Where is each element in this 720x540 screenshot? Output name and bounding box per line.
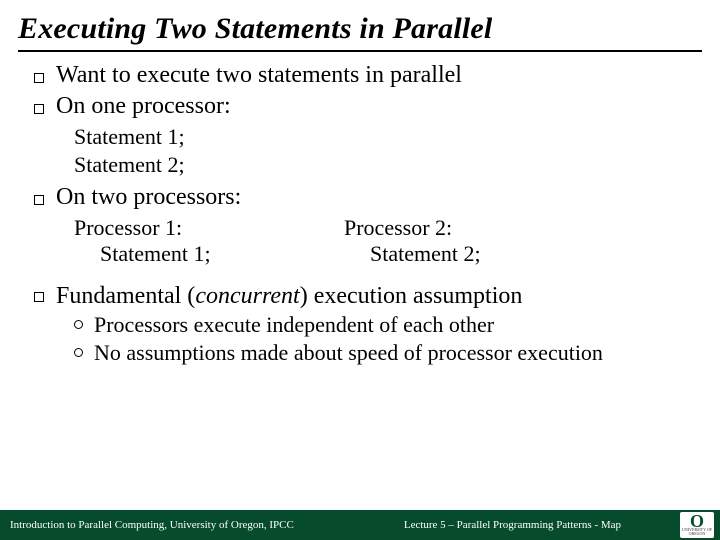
processor-columns: Processor 1: Statement 1; Processor 2: S… [74, 215, 702, 267]
bullet-4-italic: concurrent [195, 283, 299, 309]
processor-2-head: Processor 2: [344, 215, 614, 241]
bullet-2-sub-1: Statement 1; [74, 124, 702, 150]
logo-letter: O [680, 514, 714, 528]
footer-left: Introduction to Parallel Computing, Univ… [10, 519, 294, 531]
bullet-3: On two processors: [34, 184, 702, 211]
bullet-4-sub-1: Processors execute independent of each o… [74, 312, 702, 338]
processor-2-stmt: Statement 2; [370, 241, 614, 267]
footer-center: Lecture 5 – Parallel Programming Pattern… [294, 519, 690, 531]
bullet-4: Fundamental (concurrent) execution assum… [34, 283, 702, 310]
bullet-4-pre: Fundamental ( [56, 283, 195, 309]
square-bullet-icon [34, 66, 56, 90]
circle-bullet-icon [74, 344, 94, 360]
processor-1-head: Processor 1: [74, 215, 344, 241]
square-bullet-icon [34, 97, 56, 121]
processor-col-1: Processor 1: Statement 1; [74, 215, 344, 267]
bullet-1: Want to execute two statements in parall… [34, 62, 702, 89]
processor-col-2: Processor 2: Statement 2; [344, 215, 614, 267]
bullet-4-text: Fundamental (concurrent) execution assum… [56, 283, 702, 310]
footer-bar: Introduction to Parallel Computing, Univ… [0, 510, 720, 540]
square-bullet-icon [34, 188, 56, 212]
processor-1-stmt: Statement 1; [100, 241, 344, 267]
bullet-2-sub-2: Statement 2; [74, 152, 702, 178]
bullet-4-sub-2: No assumptions made about speed of proce… [74, 340, 702, 366]
square-bullet-icon [34, 289, 56, 305]
title-divider [18, 50, 702, 52]
bullet-4-sub-1-text: Processors execute independent of each o… [94, 312, 494, 338]
slide-content: Want to execute two statements in parall… [18, 62, 702, 366]
bullet-2-text: On one processor: [56, 93, 702, 120]
bullet-3-text: On two processors: [56, 184, 702, 211]
bullet-4-sub-2-text: No assumptions made about speed of proce… [94, 340, 603, 366]
bullet-1-text: Want to execute two statements in parall… [56, 62, 702, 89]
bullet-4-post: ) execution assumption [300, 283, 523, 309]
slide: Executing Two Statements in Parallel Wan… [0, 0, 720, 540]
slide-title: Executing Two Statements in Parallel [18, 12, 702, 46]
logo-caption: UNIVERSITY OF OREGON [680, 528, 714, 536]
circle-bullet-icon [74, 316, 94, 332]
university-logo: O UNIVERSITY OF OREGON [680, 512, 714, 538]
bullet-2: On one processor: [34, 93, 702, 120]
